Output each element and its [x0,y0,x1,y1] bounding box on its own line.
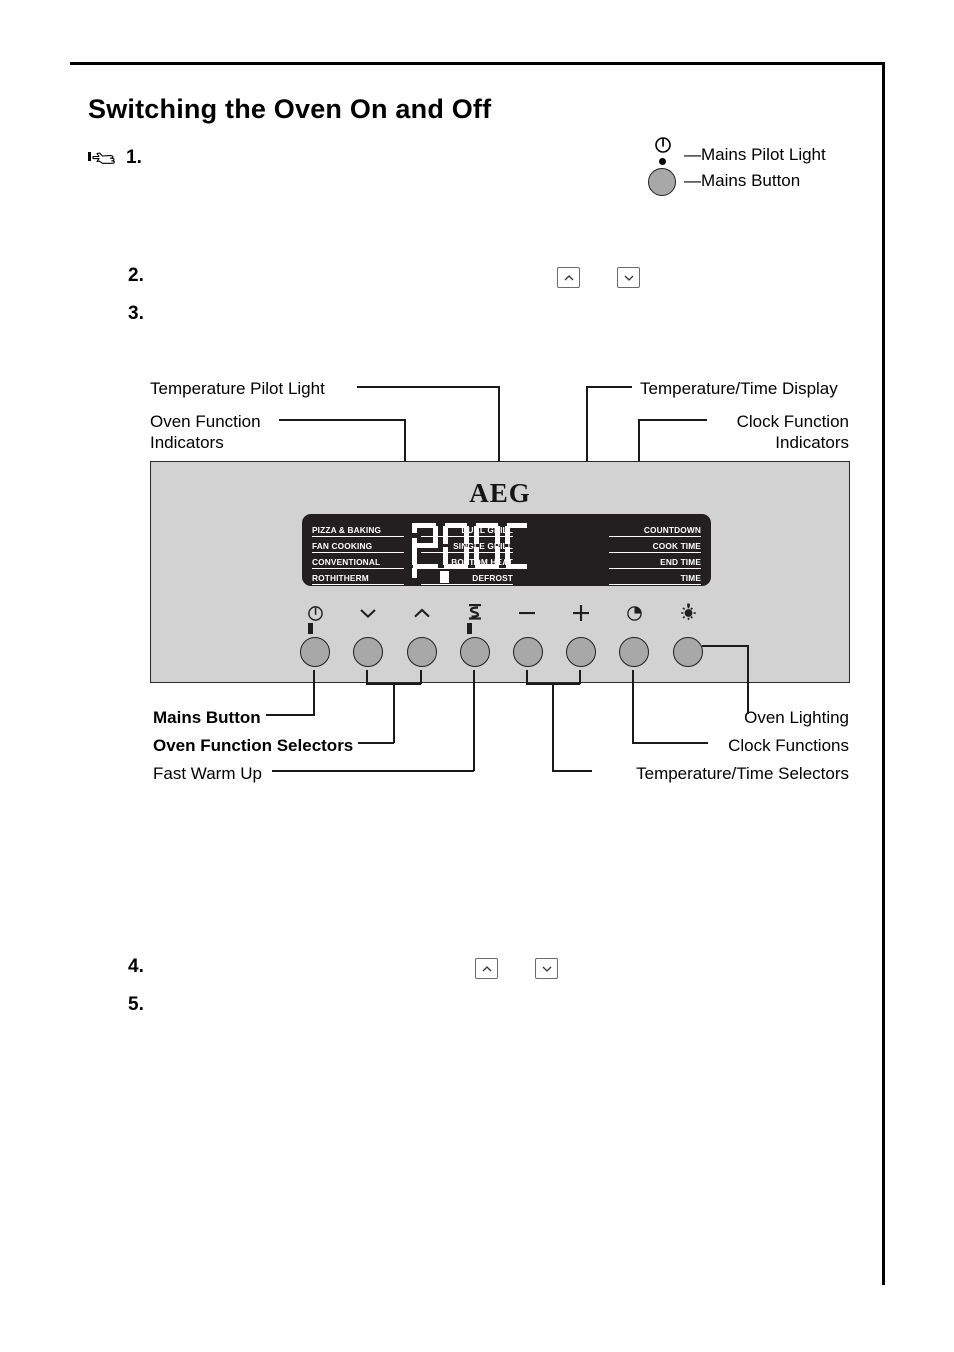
leader-tempsel-drop [552,683,554,771]
leader-ovenlight-v [747,645,749,714]
callout-temperature-time-display: Temperature/Time Display [640,379,838,398]
chevron-up-icon [409,602,435,624]
indicator-row: FAN COOKING [312,537,404,553]
leader-mains-v [313,670,315,716]
leader-display-h [587,386,632,388]
step-number-3: 3. [128,303,144,324]
leader-funcsel-v1 [366,670,368,684]
leader-clockfn-h [632,742,708,744]
step-number-1: 1. [126,147,142,168]
lamp-icon [675,601,701,623]
aeg-logo: AEG [469,478,531,508]
leader-tempsel-h [552,770,592,772]
power-indicator-stub [308,623,313,634]
mains-button-knob[interactable] [648,168,676,196]
keycap-up-step4[interactable] [475,958,498,979]
leader-ovenlight-h [702,645,749,647]
callout-oven-function-selectors: Oven Function Selectors [153,736,354,755]
leader-clock-ind-h [639,419,707,421]
callout-oven-lighting: Oven Lighting [744,708,849,727]
power-icon [302,602,328,624]
leader-funcsel-v2 [420,670,422,684]
leader-oven-func-ind-h [279,419,406,421]
leader-clockfn-v [632,670,634,743]
clock-function-indicators: COUNTDOWN COOK TIME END TIME TIME [609,521,701,585]
mains-pilot-light-label: —Mains Pilot Light [684,145,826,164]
step-number-4: 4. [128,956,144,977]
button-clock[interactable] [619,637,649,667]
indicator-row: DEFROST [421,569,513,585]
button-function-up[interactable] [407,637,437,667]
callout-fast-warm-up: Fast Warm Up [153,764,262,783]
callout-oven-function-indicators: Oven Function Indicators [150,412,261,452]
leader-funcsel-h [358,742,394,744]
control-display: PIZZA & BAKING FAN COOKING CONVENTIONAL … [302,514,711,586]
chevron-down-icon [355,602,381,624]
callout-mains-button: Mains Button [153,708,261,727]
leader-temp-pilot-h [357,386,500,388]
callout-clock-functions: Clock Functions [728,736,849,755]
pilot-light-dot-icon [659,158,666,165]
indicator-row: CONVENTIONAL [312,553,404,569]
page-right-rule [882,62,885,1285]
mains-legend: —Mains Pilot Light —Mains Button [648,136,888,196]
leader-tempsel-v1 [526,670,528,684]
pointing-hand-icon [88,147,116,167]
leader-tempsel-v2 [579,670,581,684]
display-dot-indicator [440,571,449,583]
step-number-2: 2. [128,265,144,286]
indicator-row: COOK TIME [609,537,701,553]
callout-temperature-time-selectors: Temperature/Time Selectors [636,764,849,783]
button-oven-light[interactable] [673,637,703,667]
leader-mains-h [266,714,315,716]
button-plus[interactable] [566,637,596,667]
indicator-row: END TIME [609,553,701,569]
oven-control-panel: AEG PIZZA & BAKING FAN COOKING CONVENTIO… [150,461,850,683]
leader-fastwarm-v [473,670,475,771]
keycap-up-step2[interactable] [557,267,580,288]
temperature-time-readout [412,523,527,571]
fast-warm-up-stub [467,623,472,634]
leader-fastwarm-h [272,770,474,772]
minus-icon [514,602,540,624]
page-title: Switching the Oven On and Off [88,94,492,124]
seven-segment-digits [412,523,527,569]
indicator-row: COUNTDOWN [609,521,701,537]
mains-button-label: —Mains Button [684,171,801,190]
button-mains[interactable] [300,637,330,667]
plus-icon [568,602,594,624]
step-number-5: 5. [128,994,144,1015]
button-minus[interactable] [513,637,543,667]
callout-clock-function-indicators: Clock Function Indicators [736,412,849,452]
page-top-rule [70,62,885,65]
indicator-row: ROTHITHERM [312,569,404,585]
button-fast-warm-up[interactable] [460,637,490,667]
indicator-row: PIZZA & BAKING [312,521,404,537]
clock-icon [621,602,647,624]
manual-page: Switching the Oven On and Off 1. —Mains … [0,0,954,1352]
keycap-down-step2[interactable] [617,267,640,288]
oven-function-indicators-left: PIZZA & BAKING FAN COOKING CONVENTIONAL … [312,521,404,585]
power-symbol-icon [654,136,672,159]
indicator-row: TIME [609,569,701,585]
leader-funcsel-drop [393,683,395,743]
keycap-down-step4[interactable] [535,958,558,979]
button-function-down[interactable] [353,637,383,667]
callout-temperature-pilot-light: Temperature Pilot Light [150,379,325,398]
fast-warm-up-icon [462,601,488,623]
